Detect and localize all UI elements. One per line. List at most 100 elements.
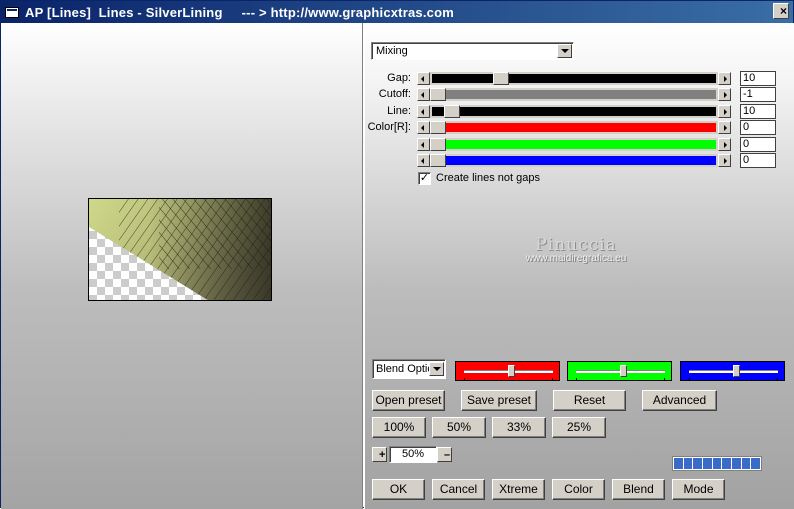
slider-thumb[interactable] (733, 365, 740, 377)
slider-label-1: Cutoff: (378, 88, 411, 100)
slider-5[interactable] (417, 154, 731, 167)
slider-thumb[interactable] (430, 138, 446, 151)
slider-track[interactable] (430, 138, 718, 151)
slider-track[interactable] (430, 154, 718, 167)
progress-segment (751, 458, 761, 469)
slider-tick (552, 378, 553, 381)
progress-segment (741, 458, 751, 469)
arrow-right-icon[interactable] (718, 138, 731, 151)
window-icon[interactable] (5, 6, 19, 18)
slider-fill (460, 107, 716, 116)
slider-value-input[interactable]: 0 (740, 137, 776, 152)
slider-fill (446, 156, 716, 165)
slider-thumb[interactable] (430, 88, 446, 101)
slider-2[interactable] (417, 105, 731, 118)
progress-segment (712, 458, 722, 469)
progress-segment (732, 458, 741, 469)
watermark-name: Pinuccia (535, 235, 617, 255)
progress-segment (683, 458, 693, 469)
zoom-50-button[interactable]: 50% (432, 417, 486, 438)
advanced-button[interactable]: Advanced (642, 390, 717, 411)
arrow-left-icon[interactable] (417, 72, 430, 85)
slider-value-input[interactable]: -1 (740, 87, 776, 102)
zoom-100-button[interactable]: 100% (372, 417, 426, 438)
color-balance-slider-2[interactable] (680, 361, 785, 381)
arrow-left-icon[interactable] (417, 88, 430, 101)
open-preset-button[interactable]: Open preset (372, 390, 445, 411)
arrow-right-icon[interactable] (718, 105, 731, 118)
progress-segment (674, 458, 683, 469)
blend-options-dropdown[interactable]: Blend Options (372, 359, 446, 379)
slider-fill (509, 74, 716, 83)
slider-tick (664, 378, 665, 381)
arrow-right-icon[interactable] (718, 88, 731, 101)
color-balance-slider-0[interactable] (455, 361, 560, 381)
color-button[interactable]: Color (552, 479, 605, 500)
slider-tick (464, 378, 465, 381)
close-button[interactable]: × (773, 3, 789, 19)
slider-track[interactable] (430, 72, 718, 85)
slider-value-input[interactable]: 10 (740, 71, 776, 86)
slider-tick (777, 378, 778, 381)
slider-fill (446, 123, 716, 132)
color-balance-slider-1[interactable] (567, 361, 672, 381)
arrow-right-icon[interactable] (718, 72, 731, 85)
plugin-window: AP [Lines] Lines - SilverLining --- > ht… (0, 0, 794, 509)
preview-graphic (89, 199, 271, 300)
preview-image[interactable] (88, 198, 272, 301)
progress-segment (722, 458, 732, 469)
slider-track[interactable] (430, 121, 718, 134)
slider-fill-before (432, 107, 444, 116)
slider-1[interactable] (417, 88, 731, 101)
zoom-out-button[interactable]: – (437, 447, 452, 462)
reset-button[interactable]: Reset (553, 390, 626, 411)
title-bar[interactable]: AP [Lines] Lines - SilverLining --- > ht… (1, 1, 793, 23)
slider-thumb[interactable] (620, 365, 627, 377)
save-preset-button[interactable]: Save preset (461, 390, 537, 411)
progress-segment (693, 458, 703, 469)
slider-thumb[interactable] (430, 154, 446, 167)
mode-dropdown[interactable]: Mixing (371, 42, 574, 60)
slider-thumb[interactable] (508, 365, 515, 377)
slider-label-2: Line: (387, 105, 411, 117)
slider-fill (446, 90, 716, 99)
slider-4[interactable] (417, 138, 731, 151)
slider-tick (576, 378, 577, 381)
slider-thumb[interactable] (493, 72, 509, 85)
zoom-input[interactable]: 50% (389, 446, 437, 463)
xtreme-button[interactable]: Xtreme (492, 479, 545, 500)
slider-value-input[interactable]: 0 (740, 120, 776, 135)
watermark-url: www.maidiregrafica.eu (525, 253, 627, 264)
ok-button[interactable]: OK (372, 479, 425, 500)
progress-segment (703, 458, 712, 469)
create-lines-label: Create lines not gaps (436, 172, 540, 184)
arrow-left-icon[interactable] (417, 105, 430, 118)
create-lines-checkbox[interactable]: ✓ (418, 171, 431, 185)
slider-value-input[interactable]: 10 (740, 104, 776, 119)
blend-button[interactable]: Blend (612, 479, 665, 500)
slider-thumb[interactable] (430, 121, 446, 134)
arrow-left-icon[interactable] (417, 138, 430, 151)
arrow-left-icon[interactable] (417, 121, 430, 134)
zoom-33-button[interactable]: 33% (492, 417, 546, 438)
slider-value-input[interactable]: 0 (740, 153, 776, 168)
cancel-button[interactable]: Cancel (432, 479, 485, 500)
chevron-down-icon[interactable] (557, 44, 572, 58)
slider-tick (689, 378, 690, 381)
create-lines-checkbox-row[interactable]: ✓ Create lines not gaps (418, 171, 540, 185)
arrow-right-icon[interactable] (718, 154, 731, 167)
slider-label-3: Color[R]: (367, 121, 411, 133)
chevron-down-icon[interactable] (429, 362, 444, 376)
arrow-left-icon[interactable] (417, 154, 430, 167)
slider-0[interactable] (417, 72, 731, 85)
arrow-right-icon[interactable] (718, 121, 731, 134)
slider-3[interactable] (417, 121, 731, 134)
slider-track[interactable] (430, 105, 718, 118)
slider-track[interactable] (430, 88, 718, 101)
mode-button[interactable]: Mode (672, 479, 725, 500)
zoom-25-button[interactable]: 25% (552, 417, 606, 438)
slider-fill (446, 140, 716, 149)
zoom-in-button[interactable]: + (372, 447, 387, 462)
slider-thumb[interactable] (444, 105, 460, 118)
slider-label-0: Gap: (387, 72, 411, 84)
